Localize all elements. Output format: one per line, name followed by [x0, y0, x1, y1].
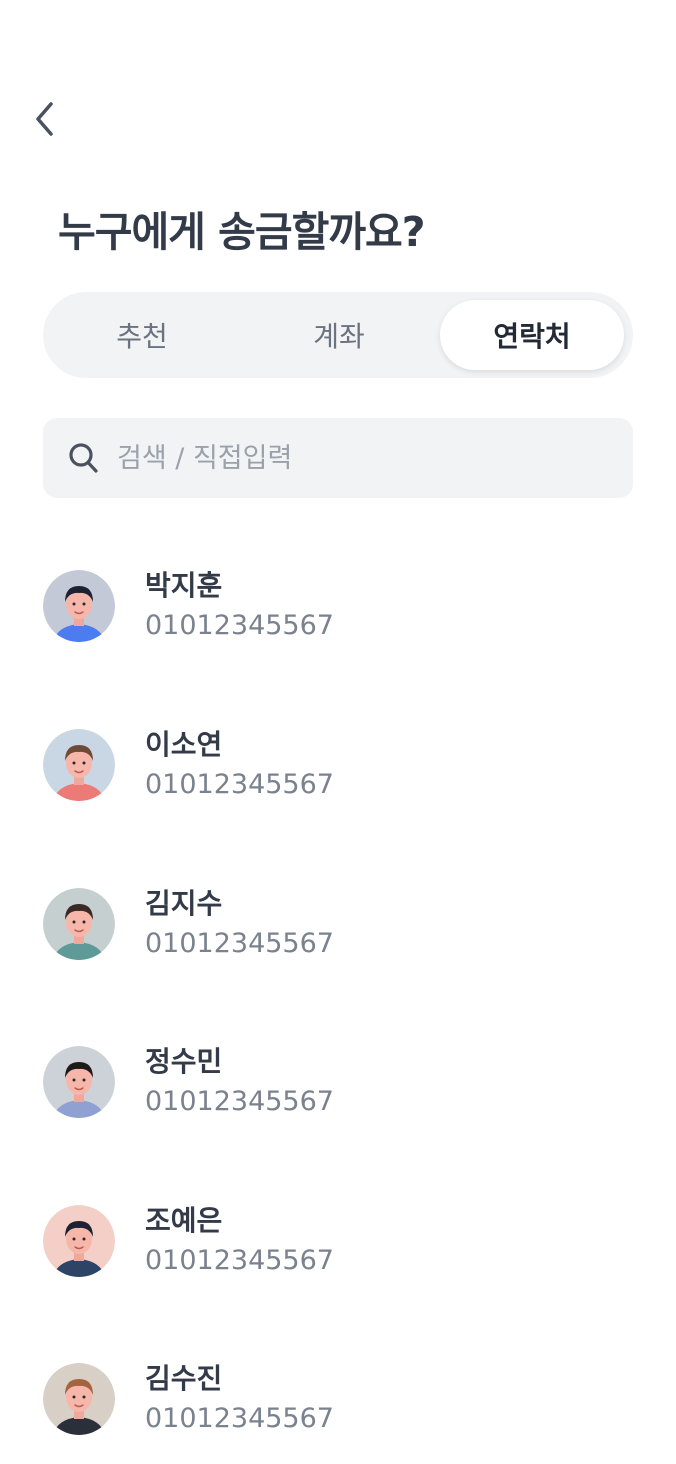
contact-item[interactable]: 김지수 01012345567	[43, 887, 633, 984]
tab-contacts[interactable]: 연락처	[440, 300, 624, 370]
search-input[interactable]	[117, 418, 617, 498]
avatar	[43, 888, 115, 960]
contact-phone: 01012345567	[145, 769, 334, 800]
contact-name: 박지훈	[145, 569, 223, 602]
avatar	[43, 1046, 115, 1118]
tab-bar: 추천 계좌 연락처	[43, 292, 633, 378]
search-bar	[43, 418, 633, 498]
back-button[interactable]	[24, 96, 64, 142]
page-title: 누구에게 송금할까요?	[58, 208, 426, 256]
contact-name: 김수진	[145, 1362, 223, 1395]
contact-name: 정수민	[145, 1045, 223, 1078]
tab-recommended[interactable]: 추천	[43, 292, 241, 378]
contact-phone: 01012345567	[145, 1086, 334, 1117]
contact-item[interactable]: 이소연 01012345567	[43, 728, 633, 825]
avatar	[43, 1205, 115, 1277]
avatar	[43, 570, 115, 642]
contact-item[interactable]: 박지훈 01012345567	[43, 569, 633, 666]
contact-name: 김지수	[145, 887, 223, 920]
contact-item[interactable]: 정수민 01012345567	[43, 1045, 633, 1142]
contact-item[interactable]: 김수진 01012345567	[43, 1362, 633, 1459]
contact-item[interactable]: 조예은 01012345567	[43, 1204, 633, 1301]
contact-phone: 01012345567	[145, 928, 334, 959]
contact-name: 조예은	[145, 1204, 223, 1237]
search-icon	[69, 443, 98, 473]
avatar	[43, 1363, 115, 1435]
chevron-left-icon	[36, 102, 53, 136]
tab-account[interactable]: 계좌	[241, 292, 437, 378]
contact-phone: 01012345567	[145, 1245, 334, 1276]
contact-phone: 01012345567	[145, 610, 334, 641]
avatar	[43, 729, 115, 801]
contact-phone: 01012345567	[145, 1403, 334, 1434]
contact-name: 이소연	[145, 728, 223, 761]
